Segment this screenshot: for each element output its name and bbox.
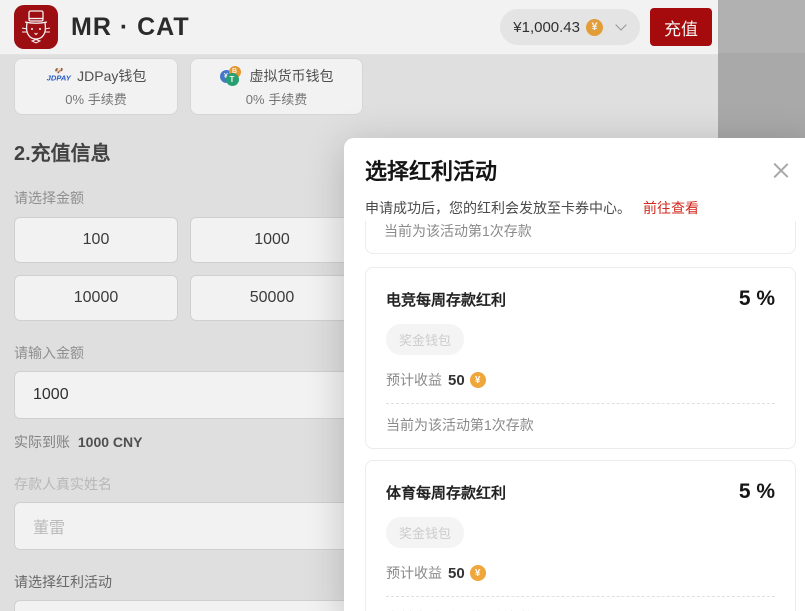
jdpay-icon: 🐶JDPAY xyxy=(46,68,70,82)
go-view-link[interactable]: 前往查看 xyxy=(643,200,699,216)
payment-method-crypto[interactable]: ¥BT 虚拟货币钱包 0% 手续费 xyxy=(190,58,363,115)
amount-option[interactable]: 100 xyxy=(14,217,178,263)
payment-method-jdpay[interactable]: 🐶JDPAY JDPay钱包 0% 手续费 xyxy=(14,58,178,115)
crypto-coins-icon: ¥BT xyxy=(220,66,244,86)
expected-profit-label: 预计收益 xyxy=(386,370,442,390)
expected-profit-line: 预计收益 50 ¥ xyxy=(386,370,775,390)
site-header: MR · CAT ¥1,000.43 ¥ 充值 xyxy=(0,0,718,55)
actual-amount-value: 1000 CNY xyxy=(78,434,143,450)
payment-method-name: 虚拟货币钱包 xyxy=(250,66,334,86)
bonus-card-note: 当前为该活动第1次存款 xyxy=(384,223,532,239)
balance-dropdown[interactable]: ¥1,000.43 ¥ xyxy=(500,9,640,45)
payment-method-name: JDPay钱包 xyxy=(77,66,146,86)
chevron-down-icon xyxy=(615,19,626,30)
bonus-card-title: 体育每周存款红利 xyxy=(386,482,506,503)
modal-title: 选择红利活动 xyxy=(365,154,796,186)
payment-method-row: 🐶JDPAY JDPay钱包 0% 手续费 ¥BT 虚拟货币钱包 0% 手续费 xyxy=(14,58,704,115)
modal-subtitle: 申请成功后，您的红利会发放至卡券中心。 xyxy=(365,200,631,216)
amount-option[interactable]: 1000 xyxy=(190,217,354,263)
amount-option[interactable]: 10000 xyxy=(14,275,178,321)
bonus-modal: 选择红利活动 申请成功后，您的红利会发放至卡券中心。前往查看 当前为该活动第1次… xyxy=(344,138,805,611)
bonus-list[interactable]: 当前为该活动第1次存款 电竞每周存款红利 5 % 奖金钱包 预计收益 50 ¥ … xyxy=(365,221,796,611)
dashed-divider xyxy=(386,596,775,597)
expected-profit-value: 50 xyxy=(448,565,465,582)
expected-profit-label: 预计收益 xyxy=(386,563,442,583)
expected-profit-line: 预计收益 50 ¥ xyxy=(386,563,775,583)
coin-icon: ¥ xyxy=(470,372,486,388)
bonus-card-rate: 5 % xyxy=(739,287,775,311)
dashed-divider xyxy=(386,403,775,404)
coin-icon: ¥ xyxy=(470,565,486,581)
modal-subtitle-line: 申请成功后，您的红利会发放至卡券中心。前往查看 xyxy=(365,198,796,218)
bonus-card-rate: 5 % xyxy=(739,480,775,504)
amount-option[interactable]: 50000 xyxy=(190,275,354,321)
deposit-button[interactable]: 充值 xyxy=(650,8,712,46)
balance-amount: ¥1,000.43 xyxy=(513,19,580,36)
brand-name: MR · CAT xyxy=(71,13,190,42)
amount-options: 100 1000 10000 50000 xyxy=(14,217,354,321)
bonus-card-partial[interactable]: 当前为该活动第1次存款 xyxy=(365,221,796,254)
bonus-wallet-tag: 奖金钱包 xyxy=(386,517,464,548)
close-icon[interactable] xyxy=(773,162,789,178)
actual-amount-label: 实际到账 xyxy=(14,434,70,450)
payment-method-fee: 0% 手续费 xyxy=(65,89,126,108)
coin-icon: ¥ xyxy=(586,19,603,36)
bonus-card-sports[interactable]: 体育每周存款红利 5 % 奖金钱包 预计收益 50 ¥ 当前为该活动第1次存款 xyxy=(365,460,796,611)
bonus-card-note: 当前为该活动第1次存款 xyxy=(386,415,775,435)
bonus-card-title: 电竞每周存款红利 xyxy=(386,289,506,310)
mrcat-logo-icon[interactable] xyxy=(14,5,58,49)
payment-method-fee: 0% 手续费 xyxy=(246,89,307,108)
bonus-wallet-tag: 奖金钱包 xyxy=(386,324,464,355)
expected-profit-value: 50 xyxy=(448,372,465,389)
bonus-card-esports[interactable]: 电竞每周存款红利 5 % 奖金钱包 预计收益 50 ¥ 当前为该活动第1次存款 xyxy=(365,267,796,449)
